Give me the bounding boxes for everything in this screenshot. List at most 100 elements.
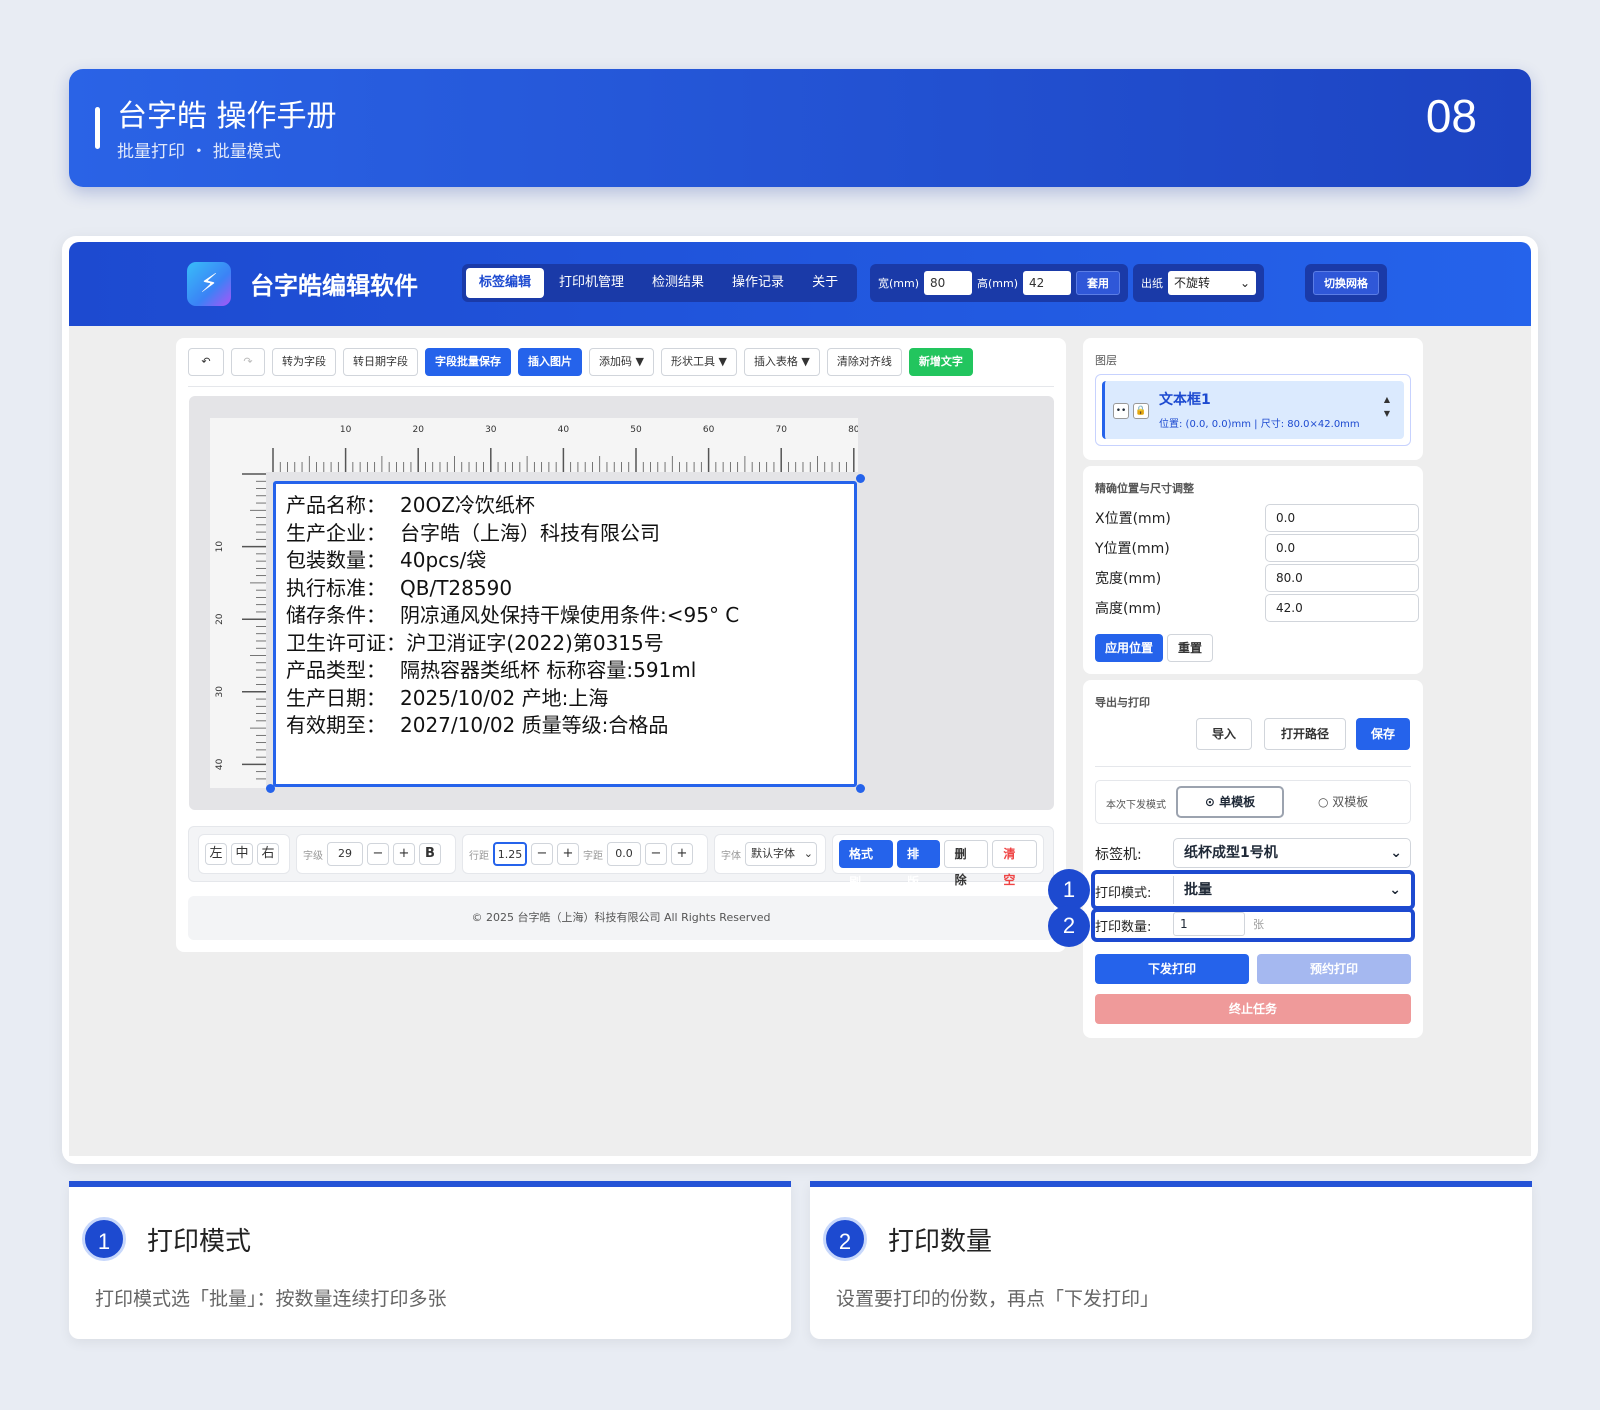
- font-size-input[interactable]: 29: [327, 842, 363, 866]
- single-template-label: 单模板: [1219, 795, 1256, 809]
- label-line-key: 执行标准：: [286, 575, 386, 600]
- x-input[interactable]: 0.0: [1265, 504, 1419, 532]
- font-size-plus-button[interactable]: +: [393, 843, 415, 865]
- tab-logs[interactable]: 操作记录: [719, 268, 797, 298]
- open-path-button[interactable]: 打开路径: [1264, 718, 1346, 750]
- batch-save-button[interactable]: 字段批量保存: [425, 348, 511, 376]
- save-button[interactable]: 保存: [1356, 718, 1410, 750]
- move-up-icon[interactable]: ▲: [1384, 395, 1390, 404]
- apply-size-button[interactable]: 套用: [1076, 271, 1121, 295]
- card-title: 打印数量: [888, 1227, 993, 1257]
- move-down-icon[interactable]: ▼: [1384, 409, 1390, 418]
- tab-about[interactable]: 关于: [799, 268, 851, 298]
- layers-panel: 图层 •• 🔒 文本框1 位置: (0.0, 0.0)mm | 尺寸: 80.0…: [1083, 338, 1423, 460]
- label-line: 产品类型： 隔热容器类纸杯 标称容量:591ml: [286, 657, 844, 685]
- resize-handle-bottom-left[interactable]: [266, 784, 275, 793]
- import-button[interactable]: 导入: [1196, 718, 1252, 750]
- position-title: 精确位置与尺寸调整: [1095, 482, 1194, 495]
- format-painter-button[interactable]: 格式刷: [839, 840, 893, 889]
- redo-icon[interactable]: ↷: [231, 348, 265, 376]
- grid-group: 切换网格: [1305, 264, 1387, 302]
- letter-spacing-label: 字距: [583, 850, 603, 862]
- spacing-group: 行距 1.25 − + 字距 0.0 − +: [462, 834, 708, 874]
- bold-button[interactable]: B: [419, 843, 441, 865]
- dispatch-mode-label: 本次下发模式: [1106, 800, 1166, 811]
- clear-button[interactable]: 清空: [992, 840, 1038, 887]
- resize-handle-top-right[interactable]: [856, 474, 865, 483]
- schedule-print-button[interactable]: 预约打印: [1257, 954, 1411, 984]
- layer-item-selected: •• 🔒 文本框1 位置: (0.0, 0.0)mm | 尺寸: 80.0×42…: [1102, 381, 1404, 439]
- ruler-label: 60: [703, 425, 715, 435]
- line-height-plus-button[interactable]: +: [557, 843, 579, 865]
- letter-spacing-minus-button[interactable]: −: [645, 843, 667, 865]
- note-card-2: 2 打印数量 设置要打印的份数，再点「下发打印」: [810, 1181, 1532, 1339]
- label-line-key: 储存条件：: [286, 603, 386, 627]
- send-print-button[interactable]: 下发打印: [1095, 954, 1249, 984]
- eye-icon[interactable]: ••: [1113, 403, 1129, 419]
- to-field-button[interactable]: 转为字段: [272, 348, 336, 376]
- editor-toolbar: ↶ ↷ 转为字段 转日期字段 字段批量保存 插入图片 添加码 ▼ 形状工具 ▼ …: [188, 348, 973, 380]
- to-date-field-button[interactable]: 转日期字段: [343, 348, 418, 376]
- line-height-input[interactable]: 1.25: [493, 842, 527, 866]
- align-left-button[interactable]: 左: [205, 843, 227, 865]
- lock-icon[interactable]: 🔒: [1133, 403, 1149, 419]
- ruler-label: 40: [215, 758, 225, 770]
- letter-spacing-plus-button[interactable]: +: [671, 843, 693, 865]
- clear-guides-button[interactable]: 清除对齐线: [826, 348, 902, 376]
- layer-item[interactable]: •• 🔒 文本框1 位置: (0.0, 0.0)mm | 尺寸: 80.0×42…: [1095, 374, 1411, 446]
- export-title: 导出与打印: [1095, 696, 1150, 709]
- letter-spacing-input[interactable]: 0.0: [607, 842, 641, 866]
- page-number: 08: [1425, 90, 1477, 142]
- label-line: 卫生许可证： 沪卫消证字(2022)第0315号: [286, 630, 844, 658]
- paper-out-label: 出纸: [1141, 277, 1163, 290]
- w-input[interactable]: 80.0: [1265, 564, 1419, 592]
- width-label: 宽(mm): [878, 277, 920, 290]
- insert-image-button[interactable]: 插入图片: [518, 348, 582, 376]
- paper-rotate-select[interactable]: 不旋转 ⌄: [1168, 271, 1256, 295]
- single-template-radio[interactable]: ⊙ 单模板: [1176, 786, 1284, 818]
- shape-tool-dropdown[interactable]: 形状工具 ▼: [660, 348, 737, 376]
- toggle-grid-button[interactable]: 切换网格: [1313, 271, 1379, 295]
- label-line-value: 沪卫消证字(2022)第0315号: [400, 630, 664, 655]
- printer-select[interactable]: 纸杯成型1号机 ⌄: [1173, 838, 1411, 868]
- line-height-label: 行距: [469, 850, 489, 862]
- layer-info: 位置: (0.0, 0.0)mm | 尺寸: 80.0×42.0mm: [1159, 419, 1360, 430]
- app-name: 台字皓编辑软件: [250, 272, 418, 300]
- vertical-ruler: 10 20 30 40: [210, 472, 266, 788]
- layout-button[interactable]: 排版: [897, 840, 940, 889]
- apply-position-button[interactable]: 应用位置: [1095, 634, 1164, 662]
- card-number: 1: [82, 1217, 126, 1261]
- width-input[interactable]: 80: [924, 271, 973, 295]
- font-size-minus-button[interactable]: −: [367, 843, 389, 865]
- tab-printer[interactable]: 打印机管理: [546, 268, 637, 298]
- delete-button[interactable]: 删除: [943, 840, 989, 887]
- align-group: 左 中 右: [198, 834, 290, 874]
- toolbar-divider: [188, 386, 1054, 387]
- height-input[interactable]: 42: [1023, 271, 1072, 295]
- stop-task-button[interactable]: 终止任务: [1095, 994, 1411, 1024]
- y-input[interactable]: 0.0: [1265, 534, 1419, 562]
- add-code-dropdown[interactable]: 添加码 ▼: [589, 348, 654, 376]
- card-title: 打印模式: [147, 1227, 252, 1257]
- align-center-button[interactable]: 中: [231, 843, 253, 865]
- label-line-value: QB/T28590: [400, 575, 513, 600]
- undo-icon[interactable]: ↶: [188, 348, 224, 376]
- ruler-label: 20: [215, 613, 225, 625]
- chevron-down-icon: ⌄: [803, 847, 813, 860]
- insert-table-dropdown[interactable]: 插入表格 ▼: [743, 348, 820, 376]
- align-right-button[interactable]: 右: [257, 843, 279, 865]
- h-input[interactable]: 42.0: [1265, 594, 1419, 622]
- font-family-select[interactable]: 默认字体 ⌄: [745, 842, 817, 866]
- ruler-label: 80: [848, 425, 858, 435]
- resize-handle-bottom-right[interactable]: [856, 784, 865, 793]
- line-height-minus-button[interactable]: −: [531, 843, 553, 865]
- reset-button[interactable]: 重置: [1167, 634, 1214, 662]
- tab-results[interactable]: 检测结果: [639, 268, 717, 298]
- font-family-group: 字体 默认字体 ⌄: [714, 834, 826, 874]
- new-text-button[interactable]: 新增文字: [908, 348, 973, 376]
- ruler-label: 20: [412, 425, 424, 435]
- double-template-radio[interactable]: ○ 双模板: [1318, 793, 1368, 810]
- label-text-box[interactable]: 产品名称： 20OZ冷饮纸杯 生产企业： 台字皓（上海）科技有限公司 包装数量： 40pc…: [273, 481, 857, 787]
- card-description: 打印模式选「批量」：按数量连续打印多张: [95, 1288, 447, 1310]
- tab-label-edit[interactable]: 标签编辑: [466, 268, 545, 298]
